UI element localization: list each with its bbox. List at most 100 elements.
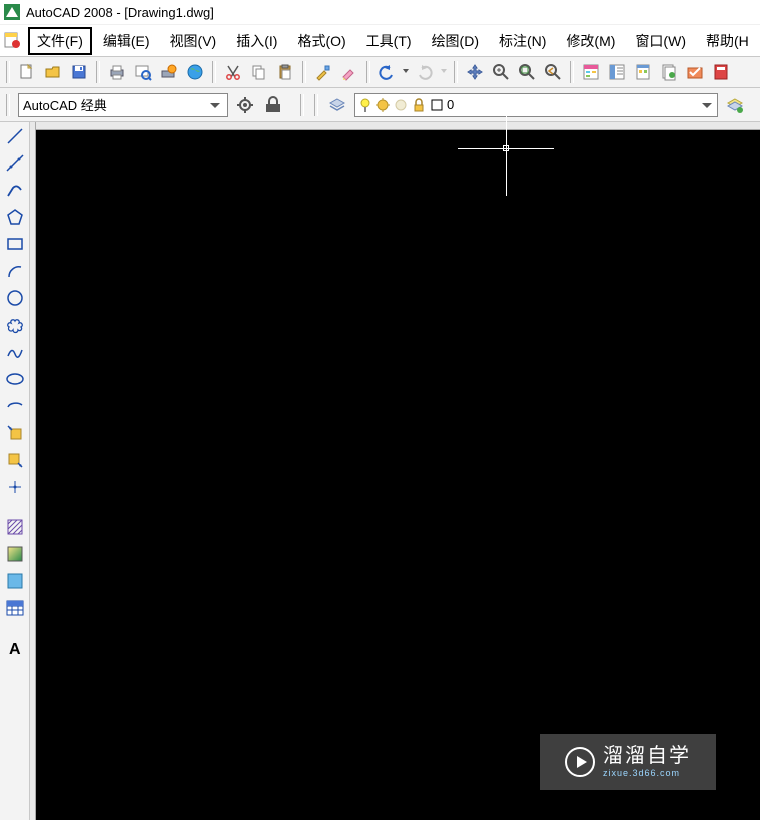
- copy-button[interactable]: [248, 61, 270, 83]
- toolbar-separator: [570, 61, 574, 83]
- line-tool[interactable]: [3, 124, 27, 148]
- toolbar-separator: [454, 61, 458, 83]
- layer-color-swatch: [429, 97, 445, 113]
- toolbar-separator: [366, 61, 370, 83]
- ellipse-arc-tool[interactable]: [3, 394, 27, 418]
- revision-cloud-tool[interactable]: [3, 313, 27, 337]
- globe-button[interactable]: [184, 61, 206, 83]
- sheet-set-button[interactable]: [658, 61, 680, 83]
- menu-tools[interactable]: 工具(T): [357, 27, 421, 55]
- menu-edit[interactable]: 编辑(E): [94, 27, 159, 55]
- toolbar-separator: [96, 61, 100, 83]
- menu-draw[interactable]: 绘图(D): [423, 27, 488, 55]
- canvas-container: 溜溜自学 zixue.3d66.com: [30, 122, 760, 820]
- zoom-previous-button[interactable]: [542, 61, 564, 83]
- menu-view[interactable]: 视图(V): [161, 27, 226, 55]
- arc-tool[interactable]: [3, 259, 27, 283]
- redo-button[interactable]: [414, 61, 436, 83]
- menu-help[interactable]: 帮助(H: [697, 27, 758, 55]
- watermark-subtitle: zixue.3d66.com: [603, 768, 691, 778]
- properties-button[interactable]: [580, 61, 602, 83]
- window-title: AutoCAD 2008 - [Drawing1.dwg]: [26, 5, 214, 20]
- menu-file[interactable]: 文件(F): [28, 27, 92, 55]
- menu-modify[interactable]: 修改(M): [557, 27, 624, 55]
- ellipse-tool[interactable]: [3, 367, 27, 391]
- layer-on-icon: [357, 97, 373, 113]
- layer-select[interactable]: 0: [354, 93, 718, 117]
- menu-window[interactable]: 窗口(W): [626, 27, 695, 55]
- rectangle-tool[interactable]: [3, 232, 27, 256]
- document-icon: [4, 32, 22, 50]
- construction-line-tool[interactable]: [3, 151, 27, 175]
- standard-toolbar: [0, 56, 760, 88]
- redo-dropdown-icon[interactable]: [440, 61, 448, 84]
- gradient-tool[interactable]: [3, 542, 27, 566]
- watermark-title: 溜溜自学: [603, 746, 691, 766]
- design-center-button[interactable]: [606, 61, 628, 83]
- markup-button[interactable]: [684, 61, 706, 83]
- region-tool[interactable]: [3, 569, 27, 593]
- svg-text:A: A: [9, 641, 21, 658]
- toolbar-separator: [6, 94, 10, 116]
- undo-button[interactable]: [376, 61, 398, 83]
- chevron-down-icon: [699, 97, 715, 113]
- menu-insert[interactable]: 插入(I): [227, 27, 286, 55]
- play-icon: [565, 747, 595, 777]
- ruler-horizontal: [30, 122, 760, 130]
- window-titlebar: AutoCAD 2008 - [Drawing1.dwg]: [0, 0, 760, 24]
- text-tool[interactable]: A: [3, 636, 27, 660]
- zoom-realtime-button[interactable]: [490, 61, 512, 83]
- draw-toolbar: A: [0, 122, 30, 820]
- save-button[interactable]: [68, 61, 90, 83]
- workspace-select[interactable]: AutoCAD 经典: [18, 93, 228, 117]
- polygon-tool[interactable]: [3, 205, 27, 229]
- pan-button[interactable]: [464, 61, 486, 83]
- menu-format[interactable]: 格式(O): [288, 27, 354, 55]
- drawing-canvas[interactable]: 溜溜自学 zixue.3d66.com: [36, 130, 760, 820]
- work-area: A 溜溜自学 zixue.3d66.com: [0, 122, 760, 820]
- layer-vp-freeze-icon: [393, 97, 409, 113]
- layer-states-button[interactable]: [724, 94, 746, 116]
- table-tool[interactable]: [3, 596, 27, 620]
- workspace-selected-label: AutoCAD 经典: [23, 95, 107, 114]
- match-props-button[interactable]: [312, 61, 334, 83]
- print-button[interactable]: [106, 61, 128, 83]
- eraser-button[interactable]: [338, 61, 360, 83]
- layer-lock-icon: [411, 97, 427, 113]
- workspace-settings-button[interactable]: [234, 94, 256, 116]
- calculator-button[interactable]: [710, 61, 732, 83]
- toolbar-separator: [300, 94, 304, 116]
- layer-name-label: 0: [447, 97, 454, 112]
- toolbar-gap: [0, 502, 29, 512]
- layer-freeze-icon: [375, 97, 391, 113]
- undo-dropdown-icon[interactable]: [402, 61, 410, 84]
- circle-tool[interactable]: [3, 286, 27, 310]
- layer-manager-button[interactable]: [326, 94, 348, 116]
- toolbar-separator: [314, 94, 318, 116]
- toolbar-separator: [212, 61, 216, 83]
- watermark-badge: 溜溜自学 zixue.3d66.com: [540, 734, 716, 790]
- insert-block-tool[interactable]: [3, 421, 27, 445]
- open-button[interactable]: [42, 61, 64, 83]
- cut-button[interactable]: [222, 61, 244, 83]
- paste-button[interactable]: [274, 61, 296, 83]
- new-button[interactable]: [16, 61, 38, 83]
- tool-palettes-button[interactable]: [632, 61, 654, 83]
- app-icon: [4, 4, 20, 20]
- spline-tool[interactable]: [3, 340, 27, 364]
- menu-bar: 文件(F) 编辑(E) 视图(V) 插入(I) 格式(O) 工具(T) 绘图(D…: [0, 24, 760, 56]
- point-tool[interactable]: [3, 475, 27, 499]
- zoom-window-button[interactable]: [516, 61, 538, 83]
- toolbar-separator: [302, 61, 306, 83]
- workspace-lock-button[interactable]: [262, 94, 284, 116]
- chevron-down-icon: [207, 97, 223, 113]
- toolbar-gap: [0, 623, 29, 633]
- hatch-tool[interactable]: [3, 515, 27, 539]
- polyline-tool[interactable]: [3, 178, 27, 202]
- workspace-toolbar: AutoCAD 经典 0: [0, 88, 760, 122]
- plot-preview-button[interactable]: [132, 61, 154, 83]
- publish-button[interactable]: [158, 61, 180, 83]
- menu-dimension[interactable]: 标注(N): [490, 27, 555, 55]
- toolbar-separator: [6, 61, 10, 83]
- make-block-tool[interactable]: [3, 448, 27, 472]
